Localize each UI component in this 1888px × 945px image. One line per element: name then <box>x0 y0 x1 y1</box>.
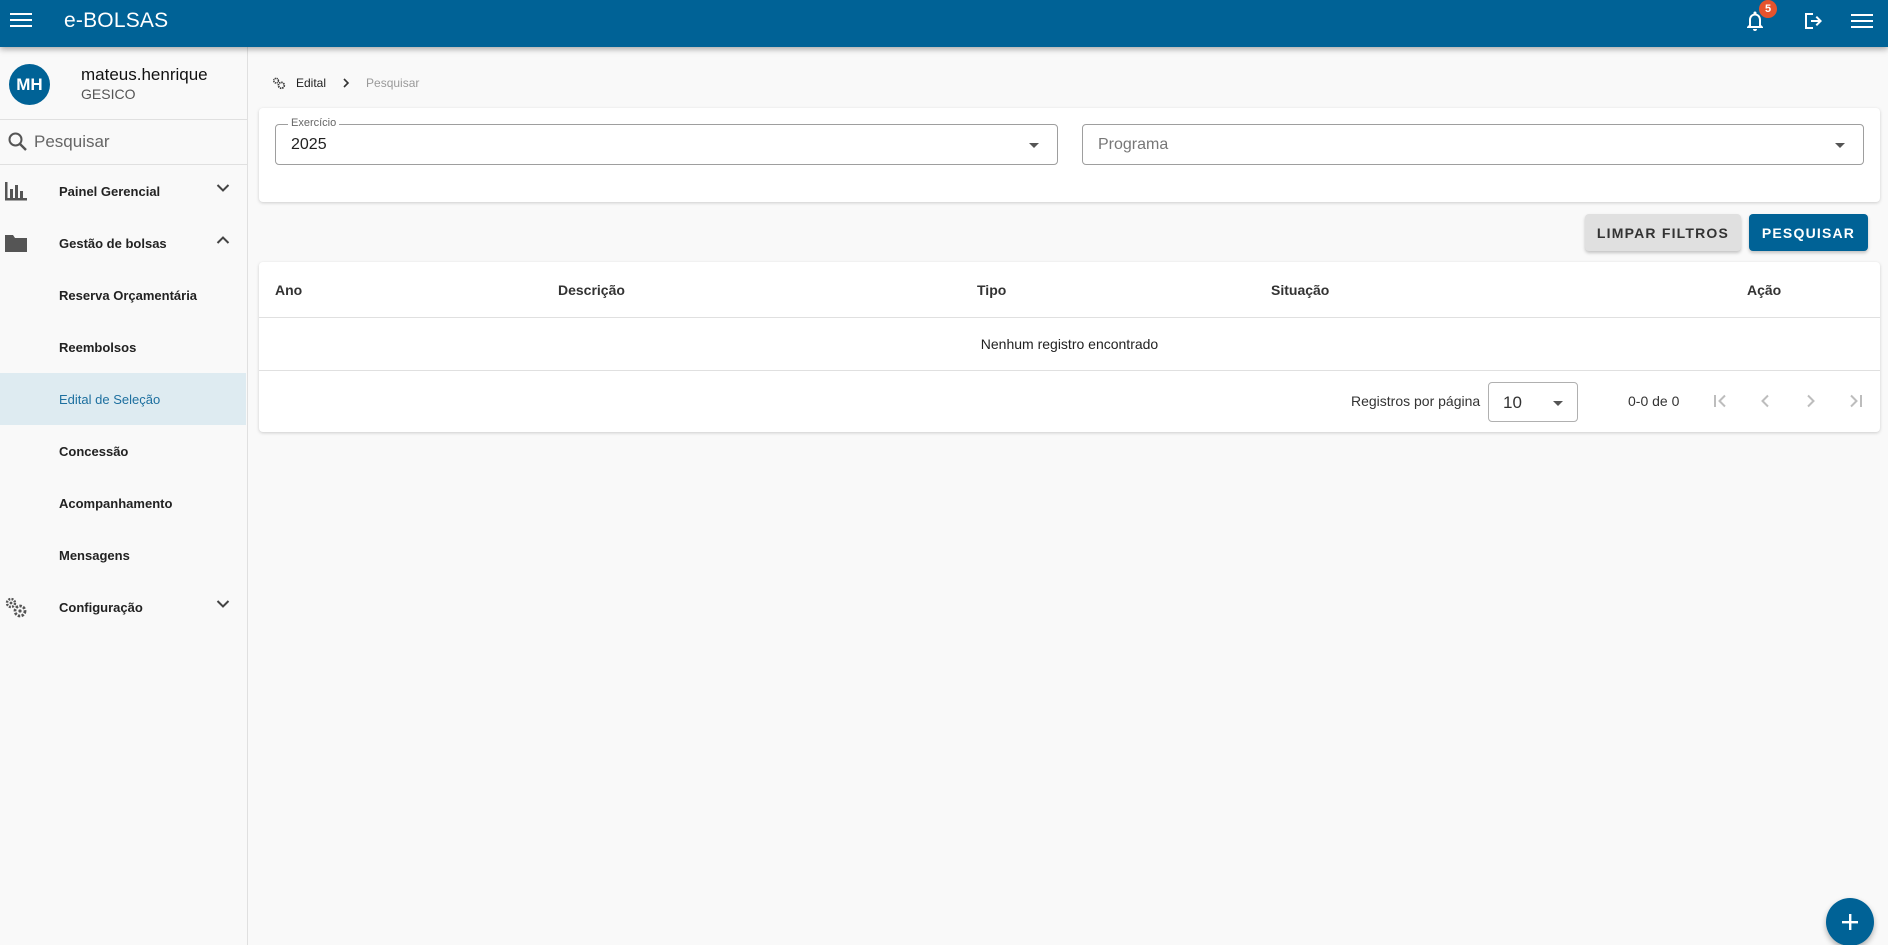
dropdown-arrow-icon <box>1553 401 1563 406</box>
sidebar-item-mensagens[interactable]: Mensagens <box>0 529 247 581</box>
column-header-situacao[interactable]: Situação <box>1271 282 1329 298</box>
gears-icon <box>272 77 286 90</box>
rows-per-page-select[interactable]: 10 <box>1488 382 1578 422</box>
sidebar-group-configuracao[interactable]: Configuração <box>0 581 247 633</box>
breadcrumb-current: Pesquisar <box>366 76 420 90</box>
sidebar-group-label: Configuração <box>59 599 143 615</box>
sidebar-search <box>0 120 247 165</box>
search-button[interactable]: PESQUISAR <box>1749 214 1868 251</box>
sidebar-group-gestao-de-bolsas[interactable]: Gestão de bolsas <box>0 217 247 269</box>
gears-icon <box>5 597 27 618</box>
programa-placeholder: Programa <box>1098 136 1169 153</box>
notification-count-badge: 5 <box>1759 0 1777 18</box>
exercicio-select[interactable]: Exercício 2025 <box>275 117 1058 165</box>
filter-panel: Exercício 2025 Programa <box>259 108 1880 202</box>
bar-chart-icon <box>5 182 27 201</box>
hamburger-icon <box>10 13 32 27</box>
logout-button[interactable] <box>1800 7 1828 35</box>
chevron-up-icon <box>216 236 230 244</box>
avatar: MH <box>9 64 50 105</box>
plus-icon <box>1842 914 1858 930</box>
sidebar-item-reserva-orcamentaria[interactable]: Reserva Orçamentária <box>0 269 247 321</box>
rows-per-page-label: Registros por página <box>1351 393 1481 409</box>
user-org: GESICO <box>81 86 136 102</box>
sidebar-item-reembolsos[interactable]: Reembolsos <box>0 321 247 373</box>
chevron-right-icon <box>342 78 350 88</box>
last-page-icon <box>1850 394 1862 408</box>
column-header-acao: Ação <box>1747 282 1782 298</box>
previous-page-button[interactable] <box>1753 389 1777 413</box>
sidebar-item-concessao[interactable]: Concessão <box>0 425 247 477</box>
logout-icon <box>1805 13 1822 29</box>
pagination: Registros por página 10 0-0 de 0 <box>259 372 1880 430</box>
app-header: e-BOLSAS 5 <box>0 0 1888 47</box>
sidebar-group-label: Painel Gerencial <box>59 183 161 199</box>
column-header-ano[interactable]: Ano <box>275 282 302 298</box>
chevron-left-icon <box>1761 394 1769 408</box>
app-title: e-BOLSAS <box>64 9 169 32</box>
next-page-button[interactable] <box>1799 389 1823 413</box>
sidebar-group-painel-gerencial[interactable]: Painel Gerencial <box>0 165 247 217</box>
sidebar-group-label: Gestão de bolsas <box>59 235 167 251</box>
first-page-icon <box>1714 394 1726 408</box>
breadcrumb: Edital Pesquisar <box>272 73 419 93</box>
clear-filters-button[interactable]: LIMPAR FILTROS <box>1585 214 1741 251</box>
breadcrumb-parent-link[interactable]: Edital <box>296 76 326 90</box>
exercicio-label: Exercício <box>288 117 340 129</box>
table-header: Ano Descrição Tipo Situação Ação <box>259 262 1880 318</box>
menu-toggle-button[interactable] <box>8 7 34 33</box>
options-menu-button[interactable] <box>1848 7 1876 35</box>
last-page-button[interactable] <box>1844 389 1868 413</box>
sidebar-item-edital-de-selecao[interactable]: Edital de Seleção <box>0 373 246 425</box>
sidebar: MH mateus.henrique GESICO Painel Gerenci… <box>0 47 248 945</box>
dropdown-arrow-icon <box>1029 143 1039 148</box>
user-name: mateus.henrique <box>81 65 208 84</box>
chevron-down-icon <box>216 600 230 608</box>
programa-select[interactable]: Programa <box>1082 124 1864 165</box>
first-page-button[interactable] <box>1708 389 1732 413</box>
chevron-right-icon <box>1807 394 1815 408</box>
empty-message: Nenhum registro encontrado <box>259 318 1880 371</box>
chevron-down-icon <box>216 184 230 192</box>
pagination-range: 0-0 de 0 <box>1628 393 1680 409</box>
sidebar-item-acompanhamento[interactable]: Acompanhamento <box>0 477 247 529</box>
column-header-descricao[interactable]: Descrição <box>558 282 625 298</box>
hamburger-icon <box>1851 14 1873 28</box>
rows-per-page-value: 10 <box>1503 393 1522 412</box>
results-table: Ano Descrição Tipo Situação Ação Nenhum … <box>259 262 1880 432</box>
column-header-tipo[interactable]: Tipo <box>977 282 1006 298</box>
dropdown-arrow-icon <box>1835 143 1845 148</box>
exercicio-value: 2025 <box>291 136 327 153</box>
folder-icon <box>5 235 27 252</box>
sidebar-search-input[interactable] <box>34 128 239 156</box>
add-edital-button[interactable] <box>1826 898 1874 945</box>
user-profile: MH mateus.henrique GESICO <box>0 47 247 120</box>
notifications-button[interactable]: 5 <box>1741 0 1777 35</box>
search-icon <box>8 132 27 151</box>
